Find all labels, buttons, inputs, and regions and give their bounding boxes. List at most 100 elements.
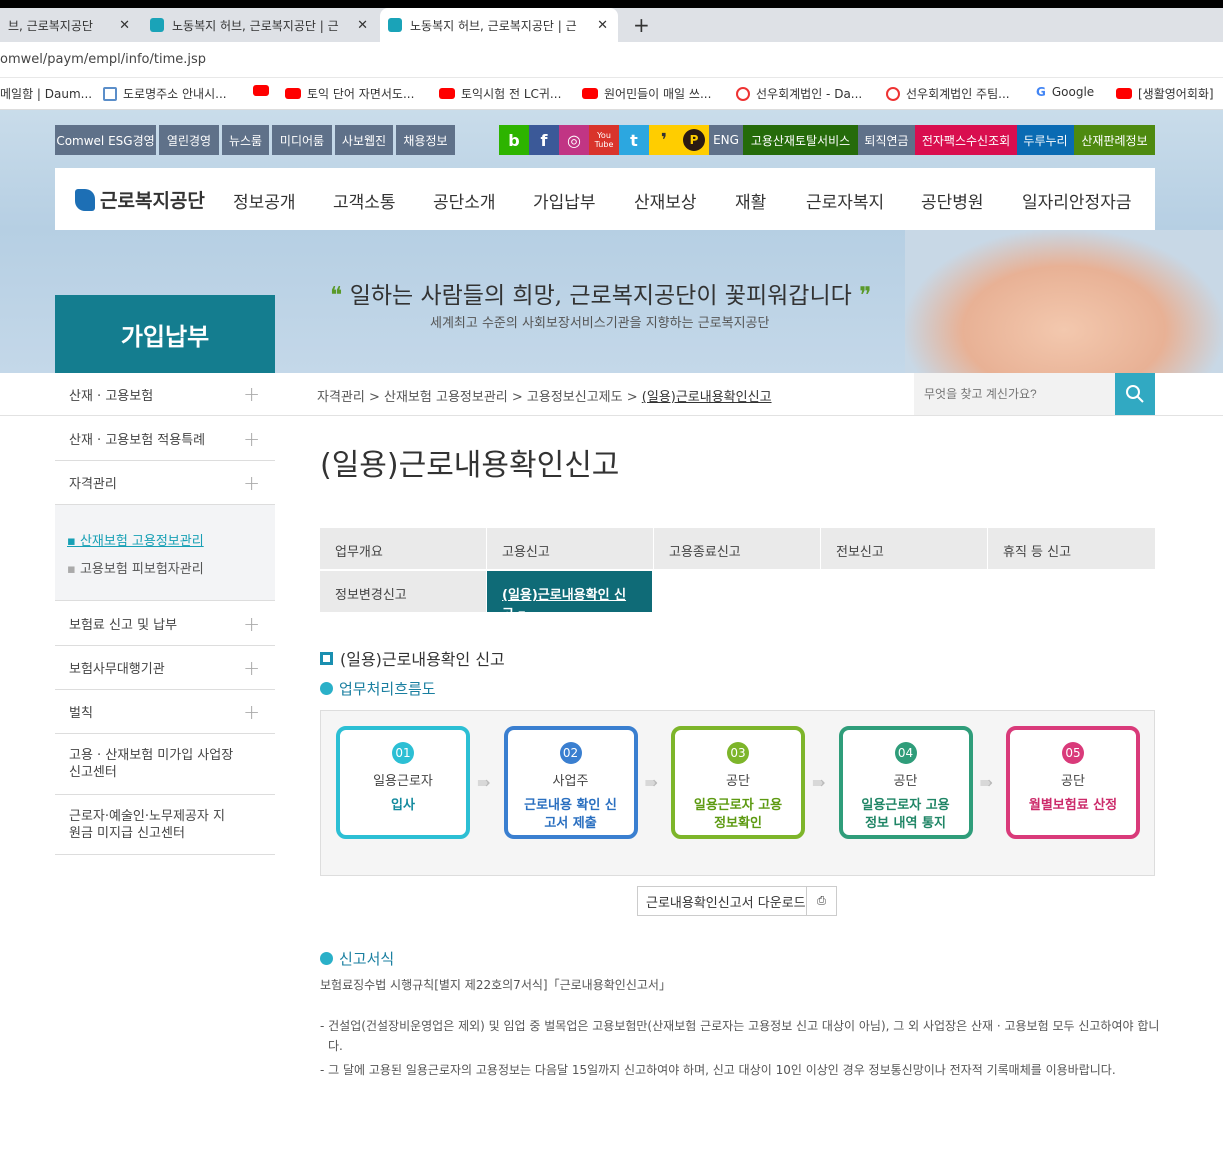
browser-tab[interactable]: 노동복지 허브, 근로복지공단 | 근 ✕	[142, 8, 378, 42]
search-button[interactable]	[1115, 373, 1155, 415]
nav-item[interactable]: 가입납부	[533, 188, 596, 213]
search-input[interactable]	[914, 373, 1115, 415]
nav-item[interactable]: 일자리안정자금	[1022, 188, 1131, 213]
step-action: 입사	[391, 798, 415, 813]
step-number: 05	[1062, 742, 1084, 764]
breadcrumb-current[interactable]: (일용)근로내용확인신고	[642, 390, 772, 405]
nav-item[interactable]: 정보공개	[233, 188, 296, 213]
browser-tab-active[interactable]: 노동복지 허브, 근로복지공단 | 근 ✕	[380, 8, 618, 42]
tab-employment[interactable]: 고용신고	[487, 528, 654, 570]
submenu-item[interactable]: ▪ 고용보험 피보험자관리	[67, 558, 204, 577]
util-link[interactable]: 고용산재토탈서비스	[743, 125, 858, 155]
arrow-right-icon: ⇛	[979, 773, 993, 792]
util-link[interactable]: Comwel ESG경영	[55, 125, 156, 155]
subsection-heading: 신고서식	[320, 948, 394, 969]
bookmark[interactable]	[253, 85, 275, 96]
kakao-story-icon[interactable]: ❜	[649, 125, 679, 155]
form-text: 보험료징수법 시행규칙[별지 제22호의7서식]「근로내용확인신고서」	[320, 978, 671, 992]
slogan-sub: 세계최고 수준의 사회보장서비스기관을 지향하는 근로복지공단	[430, 316, 770, 331]
util-link[interactable]: 미디어룸	[272, 125, 332, 155]
bookmark[interactable]: 선우회계법인 - Da...	[736, 85, 862, 102]
plus-icon: +	[243, 470, 260, 495]
util-link[interactable]: 뉴스룸	[222, 125, 269, 155]
tab-transfer[interactable]: 전보신고	[821, 528, 988, 570]
note: - 그 달에 고용된 일용근로자의 고용정보는 다음달 15일까지 신고하여야 …	[320, 1063, 1116, 1077]
firm-icon	[736, 86, 750, 101]
util-link[interactable]: 퇴직연금	[858, 125, 915, 155]
podcast-icon[interactable]: P	[679, 125, 709, 155]
close-icon[interactable]: ✕	[597, 18, 608, 33]
sidebar-item[interactable]: 자격관리 +	[55, 461, 275, 505]
util-link[interactable]: 채용정보	[396, 125, 455, 155]
tab-daily-work-report[interactable]: (일용)근로내용확인 신고 ▾	[487, 571, 653, 622]
twitter-icon[interactable]: t	[619, 125, 649, 155]
address-bar[interactable]: omwel/paym/empl/info/time.jsp	[0, 42, 1223, 78]
nav-item[interactable]: 고객소통	[333, 188, 396, 213]
bookmark[interactable]: 선우회계법인 주팀...	[886, 85, 1010, 102]
youtube-icon[interactable]: You Tube	[589, 125, 619, 155]
bookmark[interactable]: 원어민들이 매일 쓰...	[582, 85, 711, 102]
nav-item[interactable]: 공단소개	[433, 188, 496, 213]
submenu-item-active[interactable]: ▪ 산재보험 고용정보관리	[67, 530, 204, 549]
sidebar-item[interactable]: 산재 · 고용보험 적용특례 +	[55, 417, 275, 461]
util-link[interactable]: 전자팩스수신조회	[915, 125, 1017, 155]
section-heading: (일용)근로내용확인 신고	[320, 646, 505, 670]
firm-icon	[886, 86, 900, 101]
step-number: 02	[559, 742, 582, 764]
comwel-logo-icon	[75, 188, 95, 211]
bookmark[interactable]: 메일함 | Daum...	[0, 85, 92, 102]
bookmark[interactable]: [생활영어회화]	[1116, 85, 1214, 102]
subsection-heading: 업무처리흐름도	[320, 678, 436, 699]
util-link[interactable]: 산재판례정보	[1074, 125, 1155, 155]
tab-info-change[interactable]: 정보변경신고	[320, 571, 487, 613]
new-tab-button[interactable]: +	[625, 8, 658, 42]
window-top	[0, 0, 1223, 8]
util-link[interactable]: 사보웹진	[335, 125, 393, 155]
tab-leave[interactable]: 휴직 등 신고	[988, 528, 1155, 570]
tab-overview[interactable]: 업무개요	[320, 528, 487, 570]
process-step: 05 공단 월별보험료 산정	[1006, 726, 1140, 839]
sidebar-item[interactable]: 벌칙 +	[55, 690, 275, 734]
youtube-icon	[582, 88, 598, 99]
nav-item[interactable]: 산재보상	[634, 188, 697, 213]
close-icon[interactable]: ✕	[119, 18, 130, 33]
sidebar-item[interactable]: 산재 · 고용보험 +	[0, 373, 275, 416]
bookmark[interactable]: 토익 단어 자면서도...	[285, 85, 414, 102]
google-icon: G	[1036, 85, 1046, 99]
logo[interactable]: 근로복지공단	[75, 186, 205, 213]
close-icon[interactable]: ✕	[357, 18, 368, 33]
plus-icon: +	[243, 611, 260, 636]
breadcrumb-item[interactable]: 고용정보신고제도	[527, 390, 623, 405]
sidebar-item[interactable]: 근로자·예술인·노무제공자 지원금 미지급 신고센터	[55, 795, 275, 855]
facebook-icon[interactable]: f	[529, 125, 559, 155]
bookmark[interactable]: 도로명주소 안내시...	[103, 85, 227, 102]
page-title: (일용)근로내용확인신고	[320, 448, 620, 483]
sidebar-item[interactable]: 고용 · 산재보험 미가입 사업장 신고센터	[55, 734, 275, 795]
util-link[interactable]: 열린경영	[159, 125, 219, 155]
sidebar-item[interactable]: 보험사무대행기관 +	[55, 646, 275, 690]
util-link[interactable]: 두루누리	[1017, 125, 1074, 155]
browser-tab[interactable]: 브, 근로복지공단 ✕	[0, 8, 140, 42]
breadcrumb-item[interactable]: 산재보험 고용정보관리	[384, 390, 508, 405]
section-title: 가입납부	[55, 295, 275, 373]
breadcrumb: 자격관리 > 산재보험 고용정보관리 > 고용정보신고제도 > (일용)근로내용…	[317, 390, 772, 405]
util-link[interactable]: ENG	[709, 125, 743, 155]
nav-item[interactable]: 재활	[735, 188, 766, 213]
blog-icon[interactable]: b	[499, 125, 529, 155]
nav-item[interactable]: 근로자복지	[806, 188, 884, 213]
tab-strip: 브, 근로복지공단 ✕ 노동복지 허브, 근로복지공단 | 근 ✕ 노동복지 허브,…	[0, 8, 1223, 42]
nav-item[interactable]: 공단병원	[921, 188, 984, 213]
breadcrumb-item[interactable]: 자격관리	[317, 390, 365, 405]
sidebar-item[interactable]: 보험료 신고 및 납부 +	[55, 602, 275, 646]
plus-icon: +	[243, 655, 260, 680]
download-button[interactable]: 근로내용확인신고서 다운로드 ⎙	[637, 886, 837, 916]
instagram-icon[interactable]: ◎	[559, 125, 589, 155]
bookmark[interactable]: G Google	[1036, 85, 1094, 99]
note: - 건설업(건설장비운영업은 제외) 및 임업 중 벌목업은 고용보험만(산재보…	[320, 1019, 1160, 1053]
bookmark[interactable]: 토익시험 전 LC귀...	[439, 85, 561, 102]
tab-termination[interactable]: 고용종료신고	[654, 528, 821, 570]
process-flow: 01 일용근로자 입사 ⇛ 02 사업주 근로내용 확인 신고서 제출 ⇛ 03 공단 일용근로자 …	[320, 710, 1155, 876]
step-action: 월별보험료 산정	[1028, 798, 1118, 813]
step-number: 03	[727, 742, 749, 764]
step-actor: 일용근로자	[373, 774, 433, 789]
